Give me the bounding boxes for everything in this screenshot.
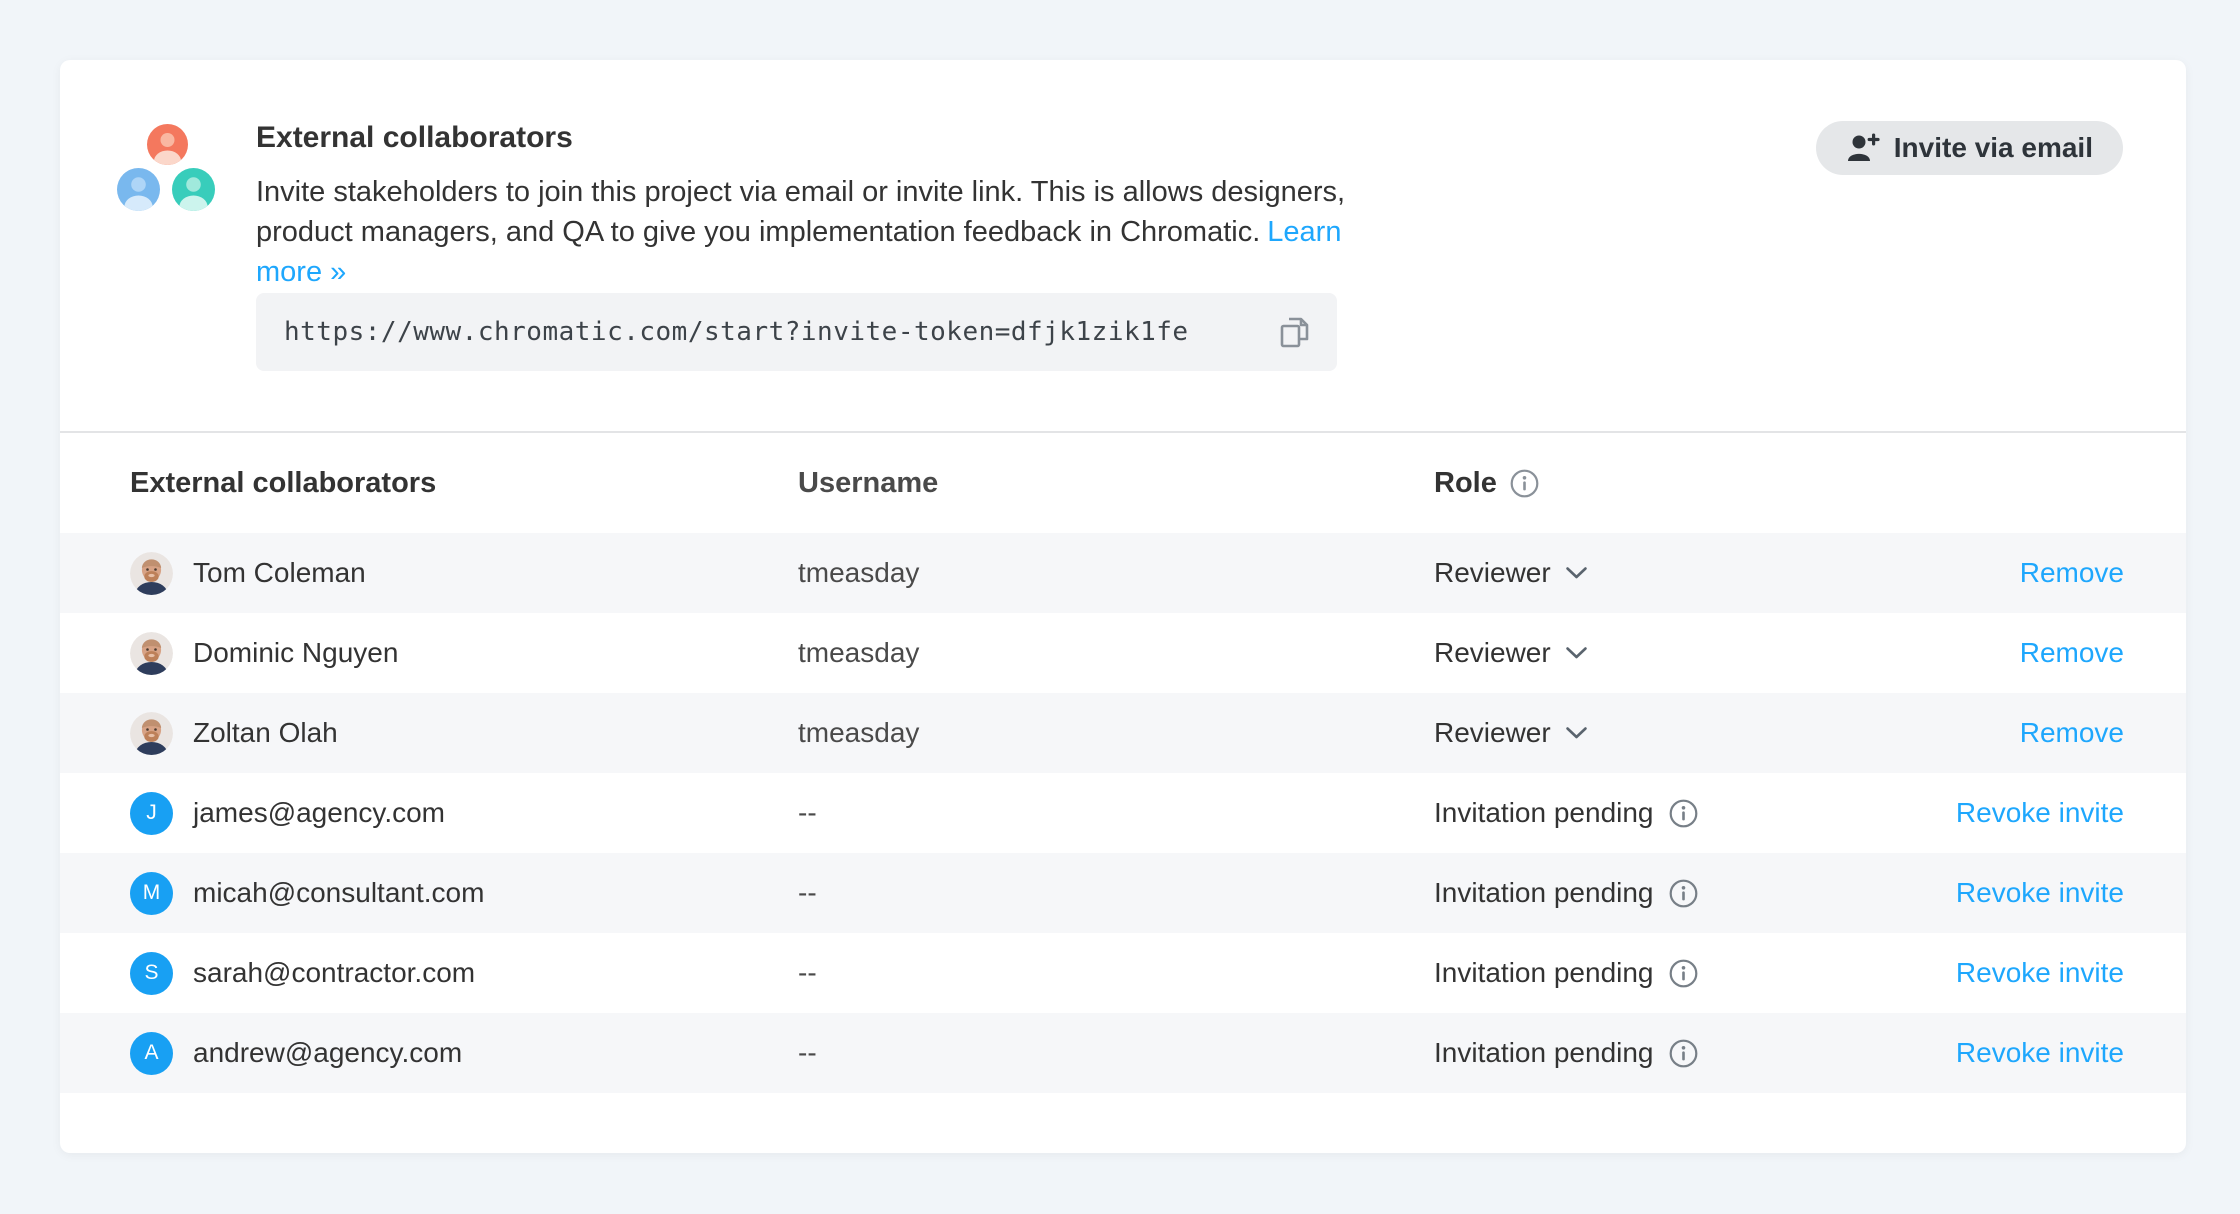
- collaborator-cell: Dominic Nguyen: [130, 632, 798, 675]
- collaborator-cell: M micah@consultant.com: [130, 872, 798, 915]
- table-row: Zoltan Olah tmeasday Reviewer Remove: [60, 693, 2186, 773]
- table-row: S sarah@contractor.com -- Invitation pen…: [60, 933, 2186, 1013]
- letter-avatar: A: [130, 1032, 173, 1075]
- pending-info-icon[interactable]: [1668, 798, 1699, 829]
- collaborator-cell: Zoltan Olah: [130, 712, 798, 755]
- username-cell: tmeasday: [798, 717, 1434, 749]
- username-cell: --: [798, 957, 1434, 989]
- role-label: Invitation pending: [1434, 957, 1654, 989]
- action-cell: Remove: [1924, 637, 2124, 669]
- letter-avatar: S: [130, 952, 173, 995]
- table-row: M micah@consultant.com -- Invitation pen…: [60, 853, 2186, 933]
- role-info-icon[interactable]: [1509, 468, 1540, 499]
- page-title: External collaborators: [256, 118, 1466, 158]
- role-label: Reviewer: [1434, 637, 1551, 669]
- table-row: Dominic Nguyen tmeasday Reviewer Remove: [60, 613, 2186, 693]
- collaborator-name: andrew@agency.com: [193, 1037, 462, 1069]
- role-dropdown[interactable]: Reviewer: [1434, 717, 1924, 749]
- action-cell: Remove: [1924, 717, 2124, 749]
- invite-button-label: Invite via email: [1894, 132, 2093, 164]
- invite-via-email-button[interactable]: Invite via email: [1816, 121, 2123, 175]
- revoke-invite-link[interactable]: Revoke invite: [1956, 957, 2124, 988]
- table-row: J james@agency.com -- Invitation pending…: [60, 773, 2186, 853]
- photo-avatar: [130, 552, 173, 595]
- photo-avatar: [130, 712, 173, 755]
- role-header-label: Role: [1434, 467, 1497, 500]
- invite-link-url: https://www.chromatic.com/start?invite-t…: [284, 317, 1189, 347]
- role-label: Invitation pending: [1434, 1037, 1654, 1069]
- role-status: Invitation pending: [1434, 877, 1924, 909]
- pending-info-icon[interactable]: [1668, 878, 1699, 909]
- table-header-row: External collaborators Username Role: [60, 433, 2186, 533]
- table-row: Tom Coleman tmeasday Reviewer Remove: [60, 533, 2186, 613]
- external-collaborators-card: External collaborators Invite stakeholde…: [60, 60, 2186, 1153]
- collaborator-cell: S sarah@contractor.com: [130, 952, 798, 995]
- action-cell: Revoke invite: [1924, 877, 2124, 909]
- role-label: Reviewer: [1434, 557, 1551, 589]
- revoke-invite-link[interactable]: Revoke invite: [1956, 1037, 2124, 1068]
- invite-link-box[interactable]: https://www.chromatic.com/start?invite-t…: [256, 293, 1337, 371]
- column-header-username: Username: [798, 467, 1434, 500]
- role-status: Invitation pending: [1434, 957, 1924, 989]
- remove-link[interactable]: Remove: [2020, 717, 2124, 748]
- collaborator-name: Zoltan Olah: [193, 717, 338, 749]
- collaborator-name: james@agency.com: [193, 797, 445, 829]
- table-row: A andrew@agency.com -- Invitation pendin…: [60, 1013, 2186, 1093]
- action-cell: Revoke invite: [1924, 797, 2124, 829]
- username-cell: tmeasday: [798, 637, 1434, 669]
- description-text: Invite stakeholders to join this project…: [256, 176, 1345, 248]
- revoke-invite-link[interactable]: Revoke invite: [1956, 797, 2124, 828]
- collaborator-cell: J james@agency.com: [130, 792, 798, 835]
- chevron-down-icon: [1565, 646, 1588, 660]
- copy-link-button[interactable]: [1273, 311, 1315, 353]
- username-cell: --: [798, 877, 1434, 909]
- table-body: Tom Coleman tmeasday Reviewer Remove: [60, 533, 2186, 1093]
- username-cell: --: [798, 1037, 1434, 1069]
- username-cell: --: [798, 797, 1434, 829]
- photo-avatar: [130, 632, 173, 675]
- column-header-role: Role: [1434, 467, 1924, 500]
- role-status: Invitation pending: [1434, 1037, 1924, 1069]
- collaborator-cell: A andrew@agency.com: [130, 1032, 798, 1075]
- role-label: Invitation pending: [1434, 797, 1654, 829]
- header-text: External collaborators Invite stakeholde…: [256, 118, 1466, 292]
- collaborator-name: sarah@contractor.com: [193, 957, 475, 989]
- action-cell: Revoke invite: [1924, 957, 2124, 989]
- pending-info-icon[interactable]: [1668, 958, 1699, 989]
- role-status: Invitation pending: [1434, 797, 1924, 829]
- remove-link[interactable]: Remove: [2020, 637, 2124, 668]
- pending-info-icon[interactable]: [1668, 1038, 1699, 1069]
- collaborator-name: micah@consultant.com: [193, 877, 484, 909]
- user-plus-icon: [1846, 132, 1880, 164]
- remove-link[interactable]: Remove: [2020, 557, 2124, 588]
- collaborator-cell: Tom Coleman: [130, 552, 798, 595]
- section-description: Invite stakeholders to join this project…: [256, 172, 1406, 292]
- action-cell: Remove: [1924, 557, 2124, 589]
- collaborators-table: External collaborators Username Role: [60, 433, 2186, 1093]
- collaborator-name: Tom Coleman: [193, 557, 366, 589]
- chevron-down-icon: [1565, 566, 1588, 580]
- letter-avatar: J: [130, 792, 173, 835]
- action-cell: Revoke invite: [1924, 1037, 2124, 1069]
- revoke-invite-link[interactable]: Revoke invite: [1956, 877, 2124, 908]
- copy-icon: [1273, 311, 1315, 353]
- role-label: Reviewer: [1434, 717, 1551, 749]
- card-header: External collaborators Invite stakeholde…: [60, 60, 2186, 431]
- username-cell: tmeasday: [798, 557, 1434, 589]
- chevron-down-icon: [1565, 726, 1588, 740]
- column-header-external-collaborators: External collaborators: [130, 467, 798, 500]
- letter-avatar: M: [130, 872, 173, 915]
- collaborators-avatar-cluster-icon: [117, 124, 215, 211]
- role-label: Invitation pending: [1434, 877, 1654, 909]
- role-dropdown[interactable]: Reviewer: [1434, 637, 1924, 669]
- collaborator-name: Dominic Nguyen: [193, 637, 398, 669]
- role-dropdown[interactable]: Reviewer: [1434, 557, 1924, 589]
